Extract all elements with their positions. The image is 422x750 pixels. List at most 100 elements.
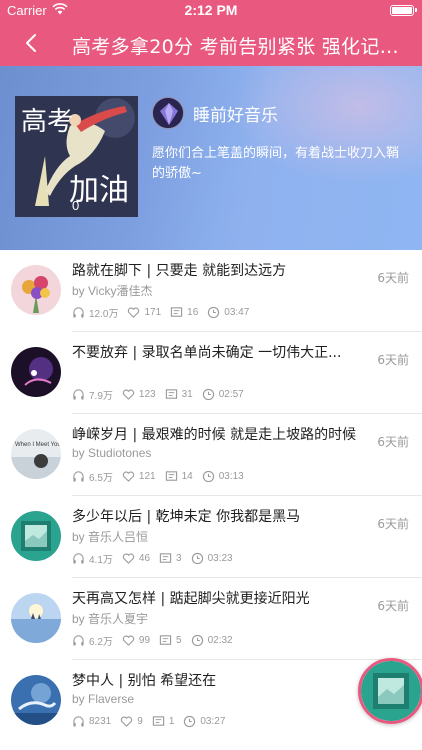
comment-icon [159,553,172,563]
duration: 02:32 [207,635,233,646]
track-thumbnail [11,593,61,643]
track-stats: 12.0万 171 16 03:47 [72,305,258,320]
headphones-icon [73,635,84,646]
comment-count: 1 [168,716,175,727]
album-play-count: 0 [72,198,80,213]
play-count: 7.9万 [89,391,113,402]
headphones-icon [73,389,84,400]
track-date: 6天前 [377,271,409,285]
track-date: 6天前 [377,353,409,367]
clock-icon [184,715,196,728]
comment-count: 5 [176,635,182,646]
track-title: 多少年以后 | 乾坤未定 你我都是黑马 [72,509,301,525]
thumb-caption: When I Meet You [15,442,61,448]
duration: 02:57 [218,389,244,400]
heart-icon [122,553,135,564]
comment-count: 3 [176,553,182,564]
heart-icon [122,471,135,482]
track-title: 梦中人 | 别怕 希望还在 [72,673,217,689]
track-date: 6天前 [377,517,409,531]
heart-icon [122,635,135,646]
comment-icon [165,389,177,399]
track-author: by 音乐人吕恒 [72,530,149,544]
clock-icon [191,552,203,565]
comment-count: 16 [187,307,199,318]
headphones-icon [73,471,84,482]
track-stats: 7.9万 123 31 02:57 [72,387,253,402]
track-stats: 8231 9 1 03:27 [72,715,234,728]
track-row[interactable]: 天再高又怎样 | 踮起脚尖就更接近阳光 by 音乐人夏宇 6.2万 99 5 0… [0,578,422,660]
back-button[interactable] [16,26,46,60]
track-author: by 音乐人夏宇 [72,612,149,626]
track-title: 路就在脚下 | 只要走 就能到达远方 [72,263,287,279]
author-avatar[interactable] [152,97,184,129]
album-cover[interactable]: 高考 加油 0 [15,96,138,217]
duration: 03:27 [200,716,226,727]
clock-icon [208,306,220,319]
like-count: 9 [137,716,143,727]
track-author: by Vicky潘佳杰 [72,284,153,298]
track-title: 不要放弃 | 录取名单尚未确定 一切伟大正... [72,345,342,361]
headphones-icon [73,716,84,727]
track-row[interactable]: When I Meet You 峥嵘岁月 | 最艰难的时候 就是走上坡路的时候 … [0,414,422,496]
track-date: 6天前 [377,435,409,449]
status-bar: Carrier 2:12 PM [0,0,422,20]
track-row[interactable]: 不要放弃 | 录取名单尚未确定 一切伟大正... 7.9万 123 31 02:… [0,332,422,414]
track-date: 6天前 [377,599,409,613]
page-title: 高考多拿20分 考前告别紧张 强化记忆... [72,36,408,58]
heart-icon [122,389,135,400]
like-count: 99 [138,635,151,646]
clock-time: 2:12 PM [184,2,238,18]
track-thumbnail [11,511,61,561]
track-thumbnail [11,347,61,397]
track-row[interactable]: 路就在脚下 | 只要走 就能到达远方 by Vicky潘佳杰 12.0万 171… [0,250,422,332]
play-count: 12.0万 [89,309,119,320]
like-count: 121 [138,471,156,482]
now-playing-button[interactable] [358,658,422,724]
album-description: 愿你们合上笔盖的瞬间，有着战士收刀入鞘的骄傲~ [152,146,400,181]
track-title: 峥嵘岁月 | 最艰难的时候 就是走上坡路的时候 [72,427,357,443]
heart-icon [128,307,140,318]
battery-icon [390,5,417,16]
album-header: 高考 加油 0 睡前好音乐 愿你们合上笔盖的瞬间，有着战士收刀入鞘的骄傲~ [0,66,422,250]
cover-text-top: 高考 [21,107,73,137]
track-author: by Studiotones [72,446,152,460]
chevron-left-icon [26,34,36,52]
author-name[interactable]: 睡前好音乐 [193,101,278,126]
comment-icon [170,307,183,317]
track-thumbnail [11,265,61,315]
comment-count: 31 [181,389,193,400]
comment-icon [152,716,164,726]
clock-icon [191,634,203,647]
play-count: 4.1万 [89,555,113,566]
play-count: 8231 [89,716,112,727]
track-author: by Flaverse [72,692,135,706]
like-count: 123 [138,389,156,400]
comment-icon [165,471,177,481]
track-stats: 4.1万 46 3 03:23 [72,551,242,566]
track-row[interactable]: 多少年以后 | 乾坤未定 你我都是黑马 by 音乐人吕恒 4.1万 46 3 0… [0,496,422,578]
duration: 03:23 [207,553,233,564]
author-avatar-art [153,98,183,128]
like-count: 171 [144,307,162,318]
clock-icon [202,470,214,483]
duration: 03:13 [218,471,244,482]
now-playing-art [361,661,421,721]
comment-count: 14 [181,471,193,482]
like-count: 46 [138,553,151,564]
navigation-bar: 高考多拿20分 考前告别紧张 强化记忆... [0,20,422,66]
track-stats: 6.2万 99 5 02:32 [72,633,242,648]
track-thumbnail [11,675,61,725]
clock-icon [202,388,214,401]
track-list: 路就在脚下 | 只要走 就能到达远方 by Vicky潘佳杰 12.0万 171… [0,250,422,742]
duration: 03:47 [224,307,250,318]
track-title: 天再高又怎样 | 踮起脚尖就更接近阳光 [72,591,310,607]
headphones-icon [73,553,84,564]
heart-icon [121,716,133,727]
play-count: 6.2万 [89,637,113,648]
track-stats: 6.5万 121 14 03:13 [72,469,253,484]
play-count: 6.5万 [89,473,113,484]
headphones-icon [73,307,84,318]
comment-icon [159,635,172,645]
track-thumbnail: When I Meet You [11,429,61,479]
